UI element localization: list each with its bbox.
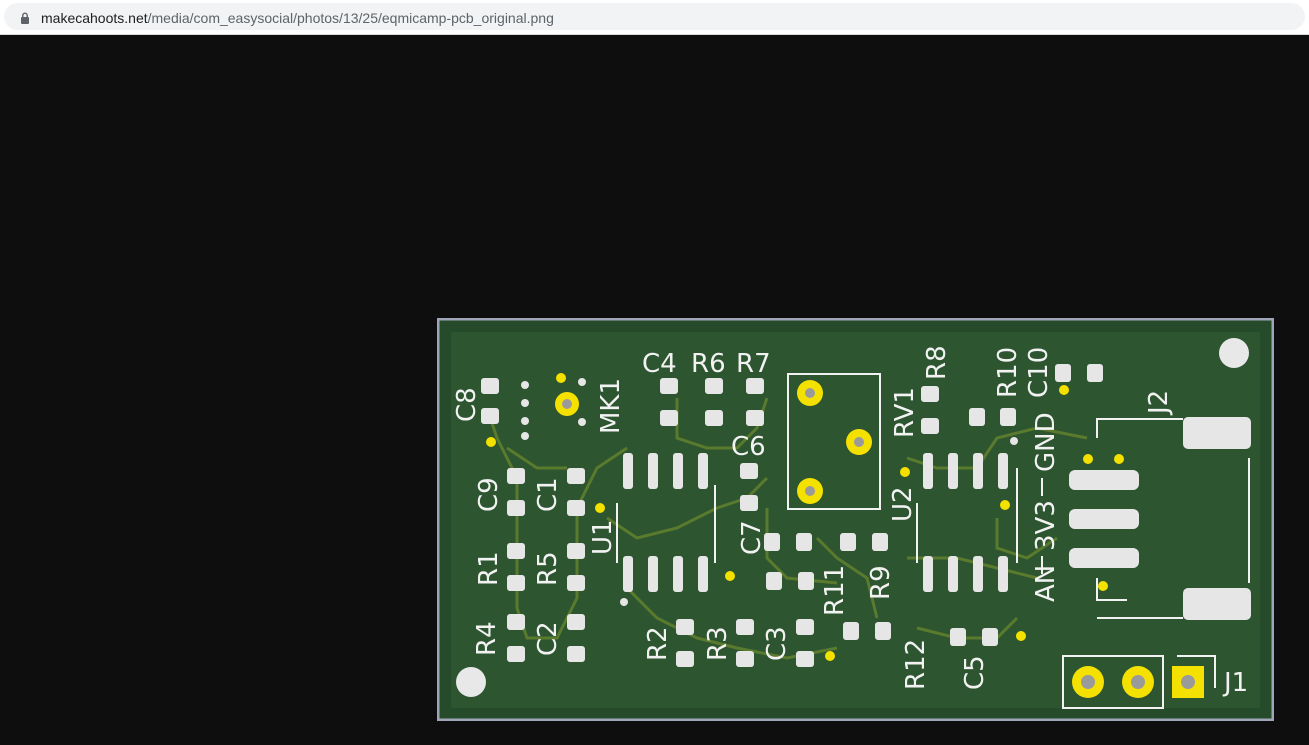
label-r3: R3 xyxy=(703,626,733,661)
label-c3: C3 xyxy=(762,626,792,661)
label-u2: U2 xyxy=(888,486,918,522)
label-mk1: MK1 xyxy=(596,378,626,434)
label-c4: C4 xyxy=(642,349,677,379)
label-c10: C10 xyxy=(1024,347,1054,398)
label-c7: C7 xyxy=(737,520,767,555)
label-r7: R7 xyxy=(736,349,771,379)
pcb-image: C8 MK1 C4 R6 R7 R8 R10 C10 RV1 J2 C6 C9 … xyxy=(437,318,1274,721)
url-text: makecahoots.net/media/com_easysocial/pho… xyxy=(41,10,554,26)
label-c2: C2 xyxy=(533,621,563,656)
label-3v3: 3V3 xyxy=(1031,500,1061,551)
mounting-hole xyxy=(1219,338,1249,368)
label-r11: R11 xyxy=(820,565,850,616)
label-r9: R9 xyxy=(866,565,896,600)
label-c1: C1 xyxy=(533,477,563,512)
mounting-hole xyxy=(456,667,486,697)
label-j1: J1 xyxy=(1222,668,1248,698)
label-r5: R5 xyxy=(533,551,563,586)
url-path: /media/com_easysocial/photos/13/25/eqmic… xyxy=(147,10,554,26)
label-rv1: RV1 xyxy=(890,387,920,438)
label-u1: U1 xyxy=(588,519,618,555)
url-field[interactable]: makecahoots.net/media/com_easysocial/pho… xyxy=(4,3,1305,30)
label-c9: C9 xyxy=(474,477,504,512)
label-j2: J2 xyxy=(1144,390,1174,416)
label-c6: C6 xyxy=(731,432,766,462)
label-r2: R2 xyxy=(643,626,673,661)
label-r4: R4 xyxy=(472,621,502,656)
label-gnd: GND xyxy=(1031,412,1061,472)
label-c5: C5 xyxy=(960,655,990,690)
label-r6: R6 xyxy=(691,349,726,379)
lock-icon[interactable] xyxy=(20,12,30,24)
label-an: AN xyxy=(1031,565,1061,602)
label-c8: C8 xyxy=(452,387,482,422)
address-bar: makecahoots.net/media/com_easysocial/pho… xyxy=(0,0,1309,35)
url-host: makecahoots.net xyxy=(41,10,148,26)
label-r12: R12 xyxy=(901,639,931,690)
label-r1: R1 xyxy=(474,551,504,586)
label-r10: R10 xyxy=(993,347,1023,398)
label-r8: R8 xyxy=(922,345,952,380)
